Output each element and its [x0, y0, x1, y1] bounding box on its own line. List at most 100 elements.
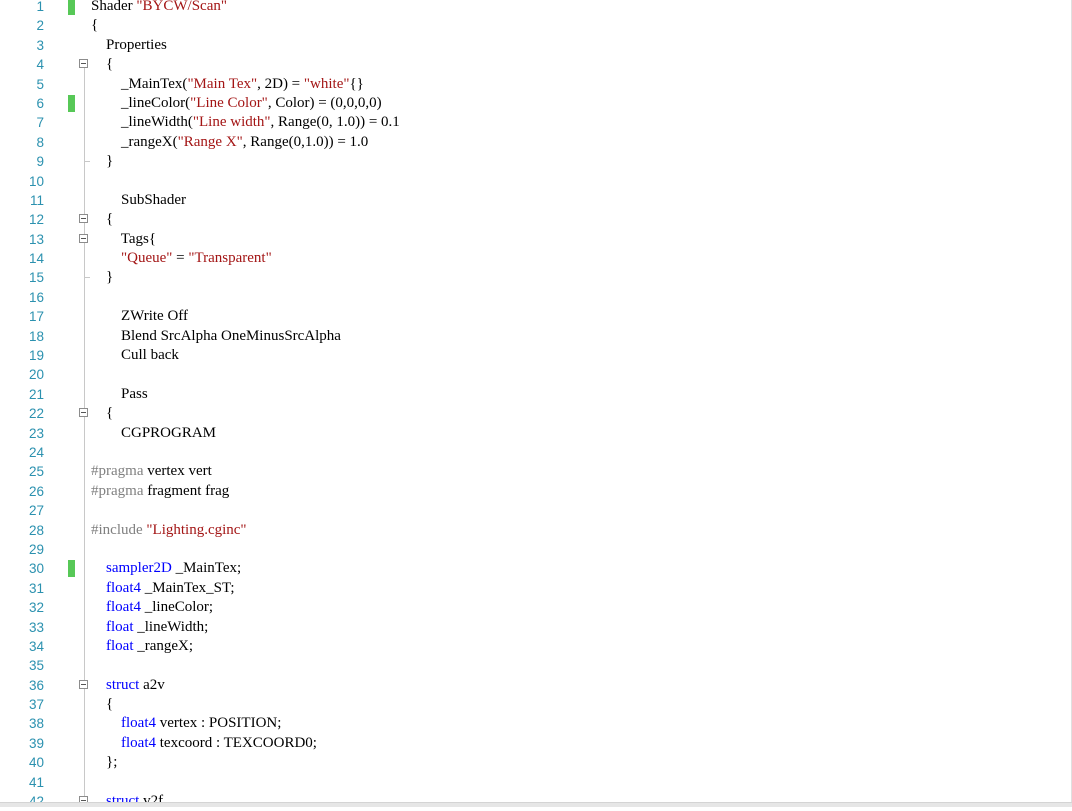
code-text[interactable]: SubShader [91, 191, 186, 210]
code-text[interactable]: Shader "BYCW/Scan" [91, 0, 227, 16]
code-line[interactable]: 28 #include "Lighting.cginc" [0, 521, 1072, 540]
code-line[interactable]: 41 [0, 773, 1072, 792]
code-text[interactable]: float _lineWidth; [91, 618, 208, 637]
code-lines[interactable]: 1 Shader "BYCW/Scan" 2{3 Properties 4 {5 _M… [0, 0, 1072, 811]
code-text[interactable]: #pragma vertex vert [91, 462, 212, 481]
code-token: Tags{ [91, 230, 157, 247]
code-text[interactable]: Cull back [91, 346, 179, 365]
code-line[interactable]: 12 { [0, 210, 1072, 229]
code-token: float4 [121, 734, 156, 751]
code-editor[interactable]: 1 Shader "BYCW/Scan" 2{3 Properties 4 {5 _M… [0, 0, 1072, 809]
code-line[interactable]: 8 _rangeX("Range X", Range(0,1.0)) = 1.0 [0, 133, 1072, 152]
code-line[interactable]: 11 SubShader [0, 191, 1072, 210]
code-line[interactable]: 35 [0, 656, 1072, 675]
code-line[interactable]: 3 Properties [0, 36, 1072, 55]
code-text[interactable]: sampler2D _MainTex; [91, 559, 241, 578]
code-text[interactable]: _lineWidth("Line width", Range(0, 1.0)) … [91, 113, 400, 132]
code-text[interactable]: }; [91, 753, 117, 772]
code-line[interactable]: 20 [0, 365, 1072, 384]
code-line[interactable]: 40 }; [0, 753, 1072, 772]
code-text[interactable]: Properties [91, 36, 167, 55]
code-token: Pass [91, 385, 148, 402]
code-line[interactable]: 15 } [0, 268, 1072, 287]
code-text[interactable]: float _rangeX; [91, 637, 193, 656]
code-line[interactable]: 1 Shader "BYCW/Scan" [0, 0, 1072, 16]
code-line[interactable]: 33 float _lineWidth; [0, 618, 1072, 637]
code-text[interactable]: } [91, 152, 113, 171]
code-text[interactable]: { [91, 404, 113, 423]
code-text[interactable]: ZWrite Off [91, 307, 188, 326]
code-token: float4 [121, 715, 156, 732]
code-line[interactable]: 18 Blend SrcAlpha OneMinusSrcAlpha [0, 327, 1072, 346]
code-text[interactable]: Blend SrcAlpha OneMinusSrcAlpha [91, 327, 341, 346]
code-line[interactable]: 10 [0, 172, 1072, 191]
code-token: struct [106, 676, 140, 693]
code-token: "Lighting.cginc" [146, 521, 247, 538]
code-line[interactable]: 38 float4 vertex : POSITION; [0, 714, 1072, 733]
code-text[interactable]: _lineColor("Line Color", Color) = (0,0,0… [91, 94, 382, 113]
code-text[interactable]: _MainTex("Main Tex", 2D) = "white"{} [91, 75, 364, 94]
code-token: , Color) = (0,0,0,0) [267, 94, 382, 111]
line-number: 20 [28, 367, 44, 383]
code-line[interactable]: 30 sampler2D _MainTex; [0, 559, 1072, 578]
code-line[interactable]: 6 _lineColor("Line Color", Color) = (0,0… [0, 94, 1072, 113]
code-text[interactable]: { [91, 210, 113, 229]
collapse-toggle-icon[interactable] [79, 408, 88, 418]
code-line[interactable]: 23 CGPROGRAM [0, 424, 1072, 443]
code-line[interactable]: 37 { [0, 695, 1072, 714]
code-text[interactable]: { [91, 695, 113, 714]
code-token: _lineWidth; [133, 618, 209, 635]
code-line[interactable]: 16 [0, 288, 1072, 307]
code-token: }; [91, 754, 118, 771]
code-line[interactable]: 27 [0, 501, 1072, 520]
code-line[interactable]: 22 { [0, 404, 1072, 423]
collapse-toggle-icon[interactable] [79, 214, 88, 224]
code-text[interactable]: } [91, 268, 113, 287]
line-number: 27 [28, 503, 44, 519]
code-text[interactable]: { [91, 55, 113, 74]
code-line[interactable]: 5 _MainTex("Main Tex", 2D) = "white"{} [0, 75, 1072, 94]
code-line[interactable]: 13 Tags{ [0, 230, 1072, 249]
code-text[interactable]: float4 vertex : POSITION; [91, 714, 281, 733]
code-line[interactable]: 9 } [0, 152, 1072, 171]
code-text[interactable]: CGPROGRAM [91, 424, 216, 443]
code-text[interactable]: struct a2v [91, 676, 165, 695]
code-text[interactable]: { [91, 16, 98, 35]
collapse-toggle-icon[interactable] [79, 59, 88, 69]
code-line[interactable]: 4 { [0, 55, 1072, 74]
horizontal-scrollbar[interactable] [0, 802, 1072, 807]
fold-end-marker [84, 277, 90, 279]
code-line[interactable]: 14 "Queue" = "Transparent" [0, 249, 1072, 268]
code-line[interactable]: 17 ZWrite Off [0, 307, 1072, 326]
collapse-toggle-icon[interactable] [79, 233, 88, 243]
code-line[interactable]: 36 struct a2v [0, 676, 1072, 695]
code-token: vertex : POSITION; [156, 715, 282, 732]
code-token: float [106, 618, 134, 635]
code-text[interactable]: #pragma fragment frag [91, 482, 229, 501]
code-line[interactable]: 21 Pass [0, 385, 1072, 404]
code-token: _MainTex; [171, 560, 242, 577]
code-line[interactable]: 19 Cull back [0, 346, 1072, 365]
code-token: Shader [91, 0, 137, 14]
code-line[interactable]: 2{ [0, 16, 1072, 35]
code-text[interactable]: "Queue" = "Transparent" [91, 249, 272, 268]
code-line[interactable]: 25 #pragma vertex vert [0, 462, 1072, 481]
code-line[interactable]: 39 float4 texcoord : TEXCOORD0; [0, 734, 1072, 753]
code-text[interactable]: _rangeX("Range X", Range(0,1.0)) = 1.0 [91, 133, 368, 152]
code-line[interactable]: 7 _lineWidth("Line width", Range(0, 1.0)… [0, 113, 1072, 132]
code-text[interactable]: float4 texcoord : TEXCOORD0; [91, 734, 317, 753]
code-line[interactable]: 31 float4 _MainTex_ST; [0, 579, 1072, 598]
code-line[interactable]: 32 float4 _lineColor; [0, 598, 1072, 617]
code-line[interactable]: 26 #pragma fragment frag [0, 482, 1072, 501]
code-text[interactable]: float4 _MainTex_ST; [91, 579, 235, 598]
collapse-toggle-icon[interactable] [79, 679, 88, 689]
code-line[interactable]: 24 [0, 443, 1072, 462]
code-text[interactable]: Tags{ [91, 230, 156, 249]
code-text[interactable]: #include "Lighting.cginc" [91, 521, 247, 540]
code-text[interactable]: float4 _lineColor; [91, 598, 213, 617]
code-line[interactable]: 29 [0, 540, 1072, 559]
code-line[interactable]: 34 float _rangeX; [0, 637, 1072, 656]
code-text[interactable]: Pass [91, 385, 148, 404]
